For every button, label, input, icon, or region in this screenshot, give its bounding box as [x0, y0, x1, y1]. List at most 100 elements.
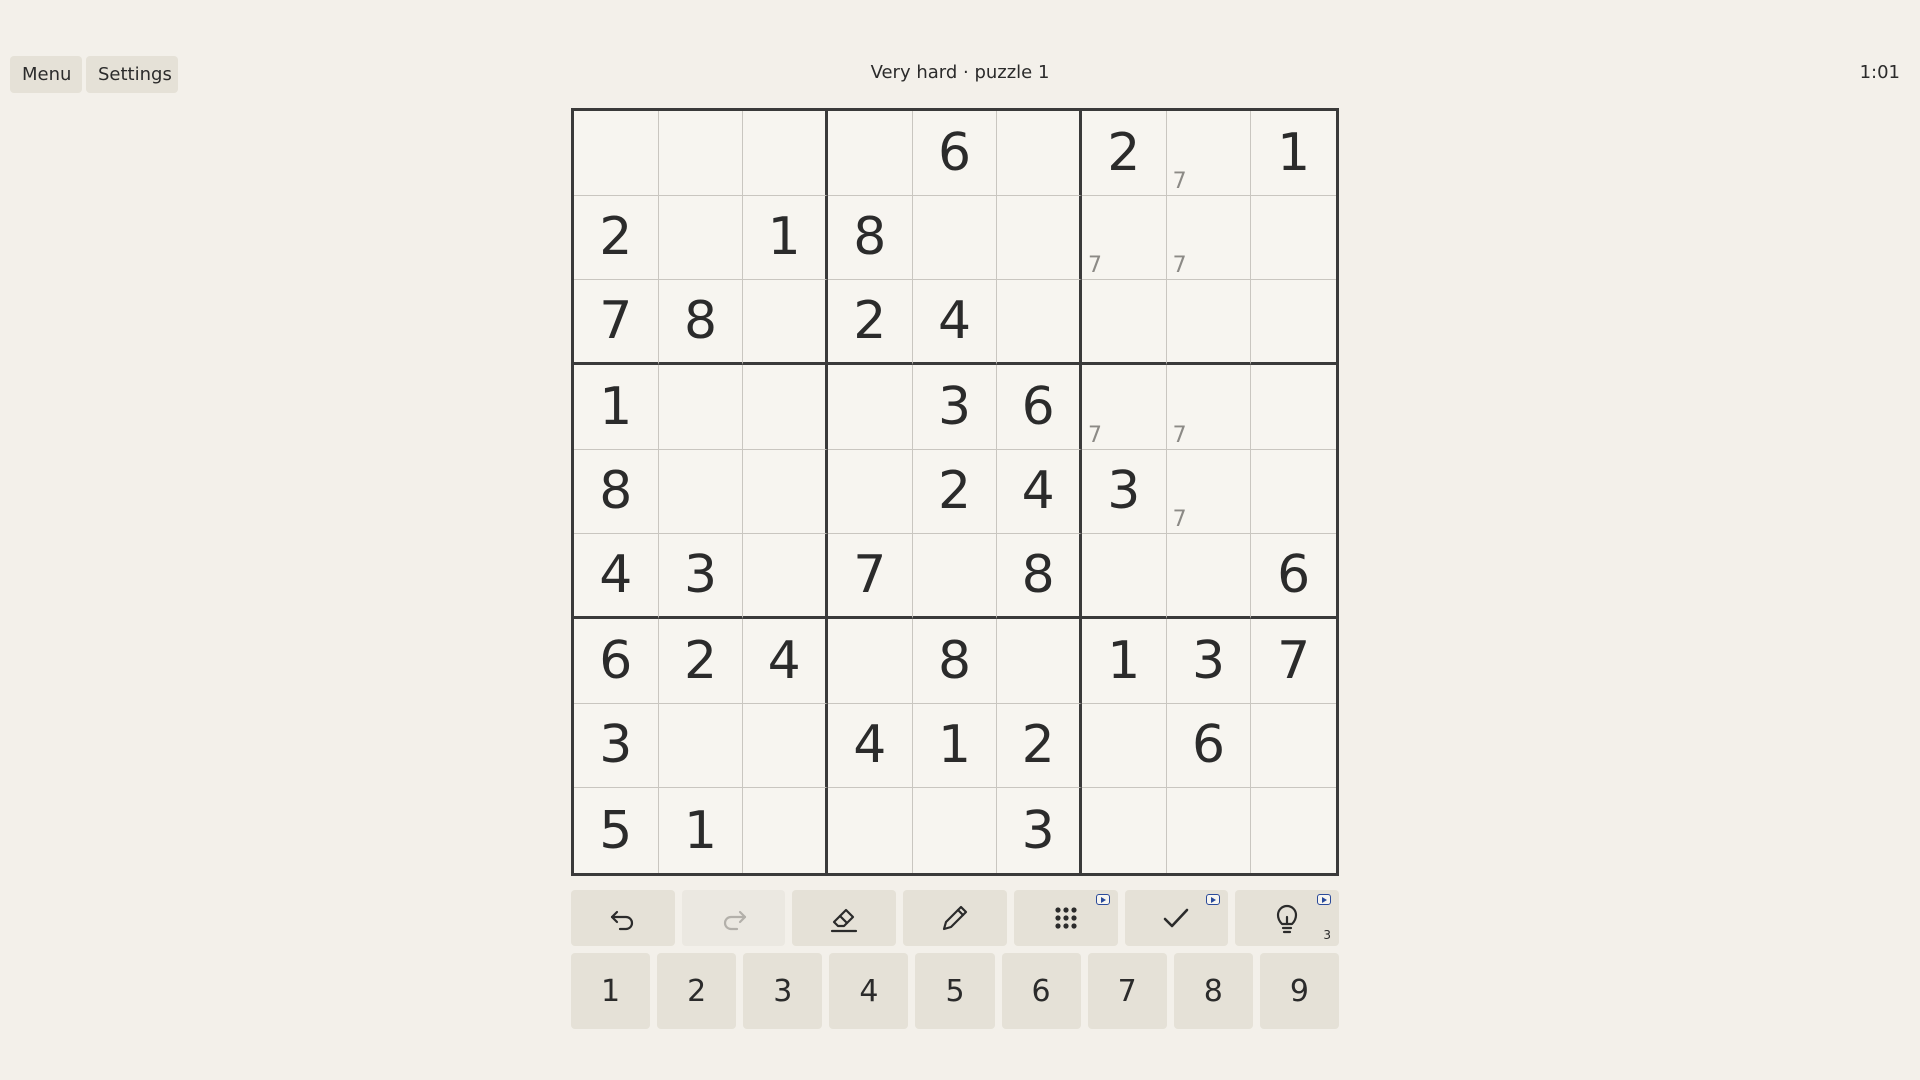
notes-button[interactable]	[903, 890, 1007, 946]
board-cell[interactable]: 7	[827, 534, 913, 619]
board-cell[interactable]: 4	[997, 449, 1082, 535]
board-cell[interactable]	[743, 111, 828, 196]
board-cell[interactable]	[1251, 365, 1336, 450]
board-cell[interactable]: 6	[1251, 534, 1336, 619]
board-cell[interactable]	[1251, 704, 1336, 789]
board-cell[interactable]: 3	[1166, 618, 1252, 704]
board-cell[interactable]	[1251, 788, 1336, 873]
board-cell[interactable]: 2	[658, 618, 744, 704]
number-key-2[interactable]: 2	[657, 953, 737, 1029]
board-cell[interactable]	[658, 111, 744, 196]
board-cell[interactable]: 2	[1081, 111, 1167, 196]
board-cell[interactable]: 7	[574, 280, 659, 365]
board-cell[interactable]	[827, 618, 913, 704]
number-key-9[interactable]: 9	[1259, 953, 1339, 1029]
board-cell[interactable]	[658, 364, 744, 450]
board-cell[interactable]	[743, 534, 828, 619]
board-cell[interactable]: 3	[997, 788, 1082, 873]
board-cell[interactable]: 4	[912, 280, 998, 365]
board-cell[interactable]: 1	[1251, 111, 1336, 196]
board-cell[interactable]: 4	[743, 618, 828, 704]
board-cell[interactable]: 6	[997, 364, 1082, 450]
board-cell[interactable]: 7	[1166, 449, 1252, 535]
board-cell[interactable]: 3	[658, 534, 744, 619]
board-cell[interactable]	[1081, 703, 1167, 789]
board-cell[interactable]	[997, 195, 1082, 281]
board-cell[interactable]: 3	[574, 703, 659, 789]
board-cell[interactable]: 4	[827, 703, 913, 789]
board-cell[interactable]	[743, 703, 828, 789]
board-cell[interactable]	[743, 788, 828, 873]
board-cell[interactable]: 8	[827, 195, 913, 281]
erase-button[interactable]	[792, 890, 897, 946]
board-cell[interactable]	[1081, 280, 1167, 365]
number-key-8[interactable]: 8	[1173, 953, 1253, 1029]
number-key-5[interactable]: 5	[915, 953, 995, 1029]
check-button[interactable]	[1124, 890, 1229, 946]
board-cell[interactable]	[1251, 196, 1336, 281]
board-cell[interactable]: 1	[743, 195, 828, 281]
auto-notes-button[interactable]	[1013, 890, 1118, 946]
board-cell[interactable]	[574, 111, 659, 196]
board-cell[interactable]: 1	[1081, 618, 1167, 704]
cell-value: 4	[853, 715, 887, 776]
board-cell[interactable]: 2	[997, 703, 1082, 789]
number-key-4[interactable]: 4	[829, 953, 909, 1029]
board-cell[interactable]	[743, 449, 828, 535]
board-cell[interactable]: 8	[912, 618, 998, 704]
board-cell[interactable]	[912, 195, 998, 281]
number-key-3[interactable]: 3	[743, 953, 823, 1029]
board-cell[interactable]	[827, 449, 913, 535]
board-cell[interactable]: 7	[1081, 195, 1167, 281]
hint-button[interactable]: 3	[1235, 890, 1340, 946]
board-cell[interactable]	[827, 111, 913, 196]
board-cell[interactable]: 1	[912, 703, 998, 789]
board-cell[interactable]	[828, 788, 913, 873]
board-cell[interactable]: 3	[912, 364, 998, 450]
board-cell[interactable]: 6	[574, 618, 659, 704]
puzzle-title: Very hard · puzzle 1	[870, 62, 1050, 83]
number-key-7[interactable]: 7	[1087, 953, 1167, 1029]
board-cell[interactable]	[1251, 280, 1336, 365]
board-cell[interactable]	[658, 195, 744, 281]
board-cell[interactable]	[1167, 788, 1252, 873]
board-cell[interactable]	[658, 449, 744, 535]
board-cell[interactable]: 7	[1166, 195, 1252, 281]
board-cell[interactable]	[913, 788, 998, 873]
board-cell[interactable]: 2	[912, 449, 998, 535]
board-cell[interactable]	[912, 534, 998, 619]
board-cell[interactable]	[743, 364, 828, 450]
number-key-6[interactable]: 6	[1001, 953, 1081, 1029]
board-cell[interactable]: 4	[574, 534, 659, 619]
board-cell[interactable]	[827, 364, 913, 450]
board-cell[interactable]: 8	[658, 280, 744, 365]
board-cell[interactable]: 8	[574, 449, 659, 535]
board-cell[interactable]	[1081, 534, 1167, 619]
board-cell[interactable]	[658, 703, 744, 789]
board-cell[interactable]: 2	[827, 280, 913, 365]
board-cell[interactable]: 7	[1081, 364, 1167, 450]
board-cell[interactable]: 7	[1166, 111, 1252, 196]
number-key-1[interactable]: 1	[571, 953, 651, 1029]
board-cell[interactable]	[997, 618, 1082, 704]
board-cell[interactable]: 2	[574, 195, 659, 281]
board-cell[interactable]	[1166, 280, 1252, 365]
board-cell[interactable]	[1082, 788, 1167, 873]
board-cell[interactable]	[1166, 534, 1252, 619]
board-cell[interactable]: 1	[659, 788, 744, 873]
board-cell[interactable]: 7	[1251, 619, 1336, 704]
board-cell[interactable]	[1251, 450, 1336, 535]
board-cell[interactable]: 6	[1166, 703, 1252, 789]
board-cell[interactable]: 8	[997, 534, 1082, 619]
board-cell[interactable]: 7	[1166, 364, 1252, 450]
board-cell[interactable]	[997, 280, 1082, 365]
board-cell[interactable]	[997, 111, 1082, 196]
undo-button[interactable]	[571, 890, 675, 946]
board-cell[interactable]: 5	[574, 788, 659, 873]
board-cell[interactable]	[743, 280, 828, 365]
cell-value: 8	[683, 291, 718, 352]
board-cell[interactable]: 3	[1081, 449, 1167, 535]
board-cell[interactable]: 6	[912, 111, 998, 196]
board-cell[interactable]: 1	[574, 364, 659, 450]
redo-button[interactable]	[681, 890, 786, 946]
